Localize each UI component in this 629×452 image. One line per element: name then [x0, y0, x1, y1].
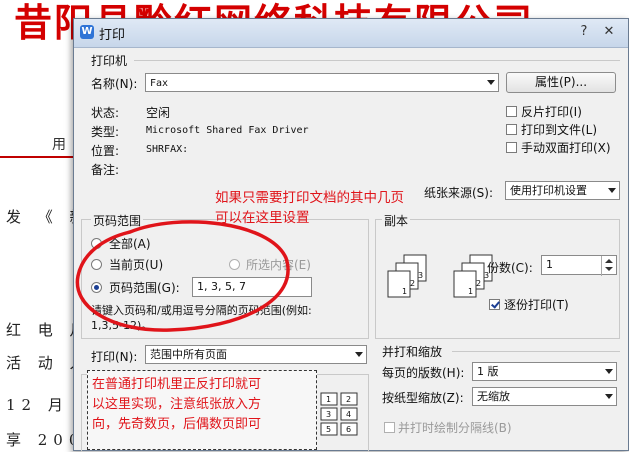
copies-spinner[interactable]	[601, 256, 616, 276]
dialog-title: 打印	[99, 28, 126, 43]
scale-label: 按纸型缩放(Z):	[382, 391, 464, 405]
annotation-bottom-line-1: 在普通打印机里正反打印就可	[92, 377, 262, 392]
pages-per-sheet-select[interactable]: 1 版	[472, 362, 617, 381]
document-side-char: 用	[52, 137, 66, 153]
copies-count-input[interactable]: 1	[541, 255, 617, 276]
paper-source-select[interactable]: 使用打印机设置	[505, 181, 620, 200]
close-icon[interactable]: ✕	[599, 23, 619, 41]
type-value: Microsoft Shared Fax Driver	[146, 125, 309, 136]
properties-button[interactable]: 属性(P)...	[506, 72, 616, 93]
zoom-group-label: 并打和缩放	[382, 345, 443, 359]
svg-text:1: 1	[326, 395, 331, 404]
pages-label: 页码范围(G):	[109, 281, 180, 295]
chevron-down-icon	[487, 80, 495, 85]
draw-borders-label: 并打时绘制分隔线(B)	[398, 421, 512, 435]
manual-duplex-label: 手动双面打印(X)	[521, 141, 611, 155]
location-value: SHRFAX:	[146, 144, 189, 155]
svg-text:2: 2	[410, 279, 415, 288]
svg-text:4: 4	[346, 410, 351, 419]
document-red-rule	[0, 156, 76, 158]
reverse-print-label: 反片打印(I)	[521, 105, 582, 119]
selection-label: 所选内容(E)	[246, 258, 311, 272]
page-range-all-label: 全部(A)	[109, 237, 151, 251]
collate-checkbox[interactable]	[489, 299, 500, 310]
print-what-label: 打印(N):	[91, 350, 138, 364]
copies-count-label: 份数(C):	[487, 261, 533, 275]
svg-text:3: 3	[418, 271, 423, 280]
annotation-bottom: 在普通打印机里正反打印就可 以这里实现，注意纸张放入方 向，先奇数页，后偶数页即…	[87, 370, 317, 450]
page-range-all-radio[interactable]	[91, 238, 102, 249]
pages-input[interactable]: 1, 3, 5, 7	[192, 277, 312, 297]
status-value: 空闲	[146, 106, 171, 120]
print-what-value: 范围中所有页面	[150, 348, 227, 361]
print-to-file-label: 打印到文件(L)	[521, 123, 598, 137]
print-to-file-checkbox[interactable]	[506, 124, 517, 135]
wps-app-icon: W	[80, 25, 94, 39]
dialog-titlebar[interactable]: W 打印 ? ✕	[74, 19, 628, 48]
manual-duplex-checkbox[interactable]	[506, 142, 517, 153]
svg-text:5: 5	[326, 425, 331, 434]
selection-radio[interactable]	[229, 259, 240, 270]
paper-source-label: 纸张来源(S):	[424, 186, 494, 200]
current-page-label: 当前页(U)	[109, 258, 164, 272]
annotation-bottom-line-3: 向，先奇数页，后偶数页即可	[92, 417, 262, 432]
svg-text:2: 2	[346, 395, 351, 404]
printer-group-divider	[134, 60, 620, 61]
chevron-down-icon	[605, 394, 613, 399]
pages-per-sheet-label: 每页的版数(H):	[382, 366, 465, 380]
zoom-group-divider	[452, 351, 620, 352]
annotation-bottom-line-2: 以这里实现，注意纸张放入方	[92, 397, 262, 412]
svg-text:2: 2	[476, 279, 481, 288]
printer-name-value: Fax	[150, 78, 169, 89]
draw-borders-checkbox[interactable]	[384, 422, 395, 433]
page-range-hint-example: 1,3,5-12)。	[91, 319, 153, 332]
svg-text:6: 6	[346, 425, 351, 434]
svg-text:1: 1	[402, 287, 407, 296]
svg-text:1: 1	[468, 287, 473, 296]
annotation-top-line-2: 可以在这里设置	[215, 210, 310, 226]
reverse-print-checkbox[interactable]	[506, 106, 517, 117]
chevron-down-icon	[608, 188, 616, 193]
chevron-down-icon	[355, 352, 363, 357]
printer-group-label: 打印机	[91, 54, 128, 68]
printer-name-label: 名称(N):	[91, 77, 138, 91]
scale-select[interactable]: 无缩放	[472, 387, 617, 406]
collate-label: 逐份打印(T)	[504, 298, 569, 312]
pages-per-sheet-value: 1 版	[477, 365, 499, 378]
annotation-top: 如果只需要打印文档的其中几页 可以在这里设置	[215, 188, 404, 228]
pages-input-value: 1, 3, 5, 7	[197, 280, 246, 293]
chevron-down-icon	[605, 369, 613, 374]
svg-text:3: 3	[326, 410, 331, 419]
current-page-radio[interactable]	[91, 259, 102, 270]
paper-source-value: 使用打印机设置	[510, 184, 587, 197]
scale-value: 无缩放	[477, 390, 510, 403]
annotation-top-line-1: 如果只需要打印文档的其中几页	[215, 190, 404, 206]
printer-name-select[interactable]: Fax	[145, 73, 499, 92]
help-icon[interactable]: ?	[574, 23, 594, 41]
status-label: 状态:	[91, 106, 120, 120]
copies-count-value: 1	[546, 258, 553, 271]
page-range-group-label: 页码范围	[91, 212, 144, 229]
print-what-select[interactable]: 范围中所有页面	[145, 345, 367, 364]
type-label: 类型:	[91, 125, 120, 139]
location-label: 位置:	[91, 144, 120, 158]
comment-label: 备注:	[91, 163, 120, 177]
pages-layout-icon: 1 2 3 4 5 6	[320, 392, 358, 436]
pages-radio[interactable]	[91, 282, 102, 293]
page-range-hint: 请键入页码和/或用逗号分隔的页码范围(例如:	[91, 304, 312, 317]
